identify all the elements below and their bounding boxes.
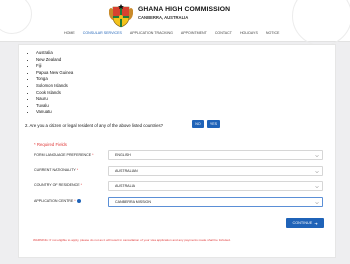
- list-item: Tonga: [36, 76, 73, 83]
- country-of-residence-label-text: COUNTRY OF RESIDENCE: [34, 183, 80, 187]
- required-star: *: [74, 199, 76, 203]
- nav-appointment[interactable]: APPOINTMENT: [181, 31, 207, 35]
- ghana-coat-of-arms-icon[interactable]: [108, 4, 134, 28]
- list-item: Papua New Guinea: [36, 70, 73, 77]
- nav-notice[interactable]: NOTICE: [266, 31, 280, 35]
- current-nationality-value: AUSTRALIAN: [115, 169, 138, 173]
- form-language-value: ENGLISH: [115, 153, 131, 157]
- list-item: Solomon Islands: [36, 83, 73, 90]
- current-nationality-select[interactable]: AUSTRALIAN: [108, 166, 323, 176]
- form-language-label: FORM LANGUAGE PREFERENCE *: [34, 153, 94, 157]
- yes-button[interactable]: YES: [207, 120, 220, 128]
- continue-label: CONTINUE: [292, 221, 313, 225]
- application-centre-label: APPLICATION CENTRE *: [34, 199, 81, 204]
- info-icon[interactable]: [76, 199, 81, 204]
- list-item: Australia: [36, 50, 73, 57]
- country-list: Australia New Zealand Fiji Papua New Gui…: [32, 50, 73, 116]
- header-watermark-left: [0, 0, 32, 34]
- no-button[interactable]: NO: [192, 120, 204, 128]
- form-language-label-text: FORM LANGUAGE PREFERENCE: [34, 153, 92, 157]
- required-star: *: [76, 168, 79, 172]
- chevron-down-icon: [315, 202, 319, 205]
- org-title: GHANA HIGH COMMISSION: [138, 6, 231, 13]
- site-header: GHANA HIGH COMMISSION CANBERRA, AUSTRALI…: [0, 0, 350, 46]
- required-star: *: [92, 153, 94, 157]
- nav-contact[interactable]: CONTACT: [215, 31, 232, 35]
- arrow-right-icon: ➔: [314, 221, 318, 226]
- list-item: New Zealand: [36, 57, 73, 64]
- chevron-down-icon: [315, 171, 319, 174]
- current-nationality-label: CURRENT NATIONALITY *: [34, 168, 78, 172]
- list-item: Vanuatu: [36, 109, 73, 116]
- chevron-down-icon: [315, 186, 319, 189]
- country-of-residence-label: COUNTRY OF RESIDENCE *: [34, 183, 82, 187]
- nav-consular-services[interactable]: CONSULAR SERVICES: [83, 31, 122, 35]
- nav-holidays[interactable]: HOLIDAYS: [240, 31, 258, 35]
- nav-application-tracking[interactable]: APPLICATION TRACKING: [130, 31, 173, 35]
- required-star: *: [80, 183, 82, 187]
- chevron-down-icon: [315, 155, 319, 158]
- eligibility-warning: WARNING: If not eligible to apply, pleas…: [33, 238, 231, 242]
- country-of-residence-value: AUSTRALIA: [115, 184, 135, 188]
- form-language-select[interactable]: ENGLISH: [108, 150, 323, 160]
- list-item: Nauru: [36, 96, 73, 103]
- country-of-residence-select[interactable]: AUSTRALIA: [108, 181, 323, 191]
- required-fields-note: * Required Fields: [34, 142, 67, 147]
- header-watermark-right: [292, 0, 350, 46]
- current-nationality-label-text: CURRENT NATIONALITY: [34, 168, 76, 172]
- application-centre-label-text: APPLICATION CENTRE: [34, 199, 74, 203]
- list-item: Cook Islands: [36, 90, 73, 97]
- continue-button[interactable]: CONTINUE ➔: [286, 218, 324, 228]
- residency-question: 2. Are you a citizen or legal resident o…: [25, 123, 164, 128]
- nav-home[interactable]: HOME: [64, 31, 75, 35]
- application-centre-value: CANBERRA MISSION: [115, 200, 151, 204]
- application-centre-select[interactable]: CANBERRA MISSION: [108, 197, 323, 207]
- list-item: Fiji: [36, 63, 73, 70]
- org-subtitle: CANBERRA, AUSTRALIA: [138, 15, 189, 20]
- main-nav: HOME CONSULAR SERVICES APPLICATION TRACK…: [64, 31, 279, 35]
- list-item: Tuvalu: [36, 103, 73, 110]
